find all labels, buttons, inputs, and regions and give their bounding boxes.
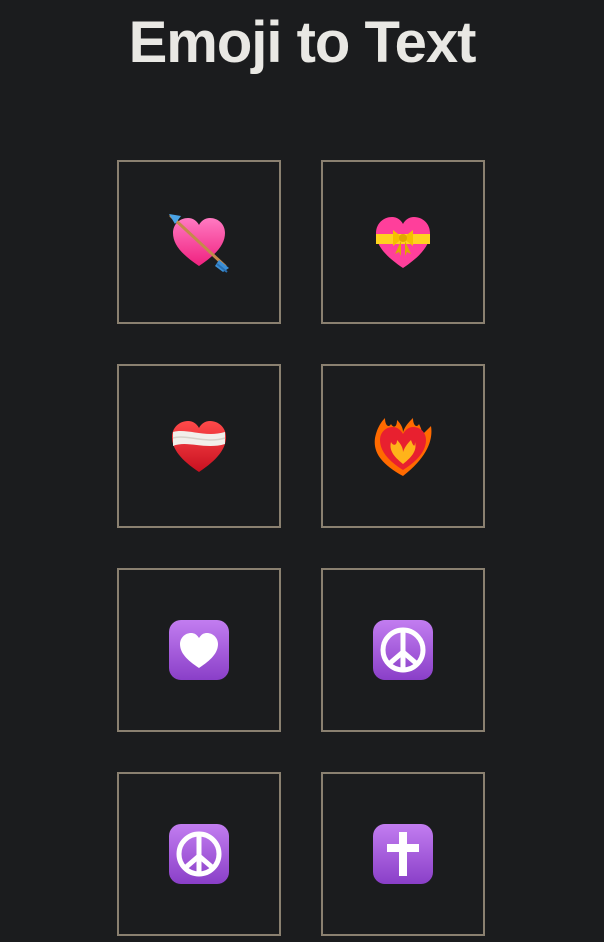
emoji-tile-heart-on-fire[interactable] (321, 364, 485, 528)
emoji-tile-peace-symbol[interactable] (321, 568, 485, 732)
white-heart-purple-square-icon (169, 620, 229, 680)
peace-symbol-icon (169, 824, 229, 884)
emoji-tile-peace-symbol-2[interactable] (117, 772, 281, 936)
emoji-tile-white-heart-purple-square[interactable] (117, 568, 281, 732)
mending-heart-icon (172, 421, 226, 472)
page-title: Emoji to Text (128, 10, 477, 75)
emoji-tile-mending-heart[interactable] (117, 364, 281, 528)
emoji-tile-heart-with-arrow[interactable] (117, 160, 281, 324)
peace-symbol-icon (373, 620, 433, 680)
heart-with-ribbon-icon (376, 217, 430, 268)
heart-with-arrow-icon (169, 214, 229, 273)
emoji-grid (117, 160, 485, 936)
emoji-tile-heart-with-ribbon[interactable] (321, 160, 485, 324)
heart-on-fire-icon (374, 418, 432, 476)
emoji-tile-latin-cross[interactable] (321, 772, 485, 936)
latin-cross-icon (373, 824, 433, 884)
